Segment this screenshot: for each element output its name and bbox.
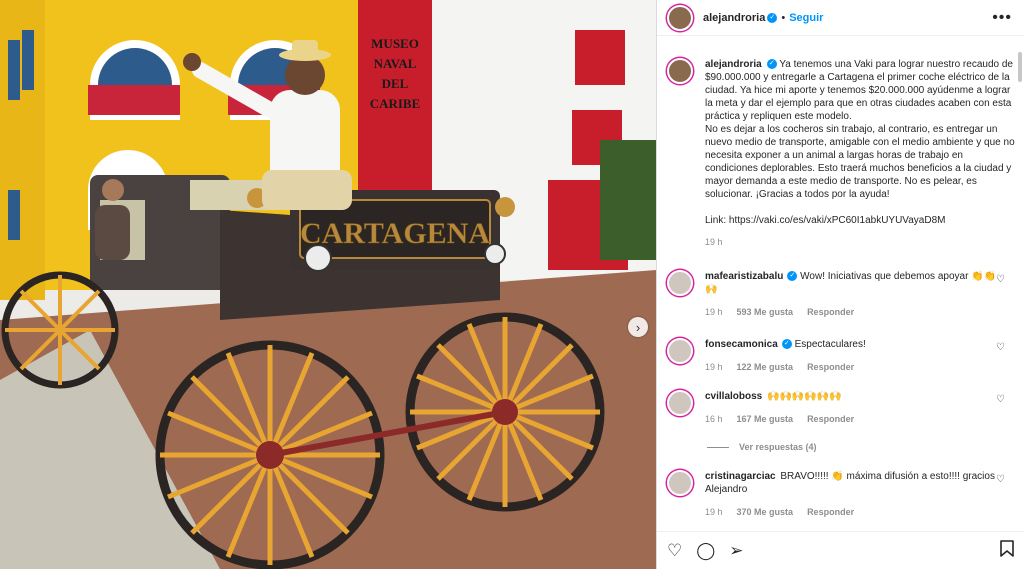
caption-time: 19 h <box>705 237 723 247</box>
comment-time: 19 h <box>705 507 723 517</box>
comment-item: fonsecamonica ✓ Espectaculares! 19 h 122 … <box>657 338 1016 374</box>
back-wheel <box>1 271 119 389</box>
comment-like-heart-icon[interactable]: ♡ <box>996 474 1005 485</box>
comment-time: 19 h <box>705 362 723 372</box>
comment-likes[interactable]: 593 Me gusta <box>737 306 794 319</box>
heart-outline-icon[interactable]: ♡ <box>667 541 682 561</box>
verified-badge-icon: ✓ <box>766 59 777 70</box>
verified-badge-icon: ✓ <box>767 12 778 23</box>
post-caption: alejandroria ✓ Ya tenemos una Vaki para l… <box>657 48 1016 247</box>
comment-text: Espectaculares! <box>794 339 866 350</box>
svg-text:DEL: DEL <box>382 76 409 91</box>
verified-badge-icon: ✓ <box>787 271 798 282</box>
reply-button[interactable]: Responder <box>807 361 854 374</box>
author-avatar[interactable] <box>667 4 693 31</box>
comment-item: cristinagarciac BRAVO!!!!! 👏 máxima difu… <box>657 470 1016 519</box>
comment-time: 16 h <box>705 414 723 424</box>
view-replies-label: Ver respuestas (4) <box>739 442 817 452</box>
caption-username[interactable]: alejandroria <box>705 59 762 70</box>
caption-text: alejandroria ✓ Ya tenemos una Vaki para l… <box>705 58 1015 201</box>
svg-text:NAVAL: NAVAL <box>374 56 417 71</box>
comment-likes[interactable]: 167 Me gusta <box>737 413 794 426</box>
chevron-right-icon: › <box>635 319 641 335</box>
author-username[interactable]: alejandroria <box>703 12 765 24</box>
follow-button[interactable]: Seguir <box>789 12 823 24</box>
comment-item: mafearistizabalu ✓ Wow! Iniciativas que d… <box>657 270 1016 319</box>
carriage-illustration: MUSEO NAVAL DEL CARIBE CARTAGENA <box>0 0 656 569</box>
post-header: alejandroria ✓ • Seguir ••• <box>657 0 1024 36</box>
comment-like-heart-icon[interactable]: ♡ <box>996 394 1005 405</box>
comment-likes[interactable]: 370 Me gusta <box>737 506 794 519</box>
bookmark-icon[interactable] <box>1000 539 1014 562</box>
comment-meta: 19 h 593 Me gusta Responder <box>705 306 1007 319</box>
comment-meta: 19 h 122 Me gusta Responder <box>705 361 1007 374</box>
comment-username[interactable]: mafearistizabalu <box>705 271 783 282</box>
comments-scroll[interactable]: alejandroria ✓ Ya tenemos una Vaki para l… <box>657 48 1016 528</box>
comment-meta: 19 h 370 Me gusta Responder <box>705 506 1007 519</box>
scrollbar[interactable] <box>1018 52 1022 522</box>
comment-username[interactable]: cvillaloboss <box>705 391 762 402</box>
comment-emoji: 🙌🙌🙌🙌🙌🙌 <box>767 391 842 402</box>
comment-like-heart-icon[interactable]: ♡ <box>996 274 1005 285</box>
svg-text:CARIBE: CARIBE <box>370 96 421 111</box>
reply-button[interactable]: Responder <box>807 306 854 319</box>
comment-item: cvillaloboss 🙌🙌🙌🙌🙌🙌 16 h 167 Me gusta Re… <box>657 390 1016 426</box>
post-actions: ♡ ◯ ➢ <box>657 531 1024 569</box>
comment-avatar[interactable] <box>667 270 693 296</box>
comment-text: Wow! Iniciativas que debemos apoyar <box>800 271 969 282</box>
comment-like-heart-icon[interactable]: ♡ <box>996 342 1005 353</box>
post-image: MUSEO NAVAL DEL CARIBE CARTAGENA › <box>0 0 656 569</box>
replies-divider <box>707 446 729 448</box>
reply-button[interactable]: Responder <box>807 506 854 519</box>
comment-username[interactable]: cristinagarciac <box>705 471 776 482</box>
more-options-icon[interactable]: ••• <box>992 9 1012 27</box>
carriage-sign-text: CARTAGENA <box>300 217 490 250</box>
comment-avatar[interactable] <box>667 390 693 416</box>
comment-likes[interactable]: 122 Me gusta <box>737 361 794 374</box>
separator-dot: • <box>781 11 786 24</box>
comment-username[interactable]: fonsecamonica <box>705 339 778 350</box>
verified-badge-icon: ✓ <box>781 339 792 350</box>
post-panel: alejandroria ✓ • Seguir ••• alejandroria… <box>656 0 1024 569</box>
reply-button[interactable]: Responder <box>807 413 854 426</box>
comment-meta: 16 h 167 Me gusta Responder <box>705 413 1007 426</box>
museum-sign-text: MUSEO <box>371 36 419 51</box>
next-slide-button[interactable]: › <box>628 317 648 337</box>
comment-bubble-icon[interactable]: ◯ <box>696 541 715 561</box>
caption-link[interactable]: Link: https://vaki.co/es/vaki/xPC60I1abk… <box>705 214 1015 227</box>
comment-time: 19 h <box>705 307 723 317</box>
paper-plane-icon[interactable]: ➢ <box>729 541 743 561</box>
comment-avatar[interactable] <box>667 470 693 496</box>
comment-avatar[interactable] <box>667 338 693 364</box>
scrollbar-thumb[interactable] <box>1018 52 1022 82</box>
caption-avatar[interactable] <box>667 58 693 84</box>
caption-body: Ya tenemos una Vaki para lograr nuestro … <box>705 59 1015 200</box>
view-replies-button[interactable]: Ver respuestas (4) <box>707 442 817 452</box>
